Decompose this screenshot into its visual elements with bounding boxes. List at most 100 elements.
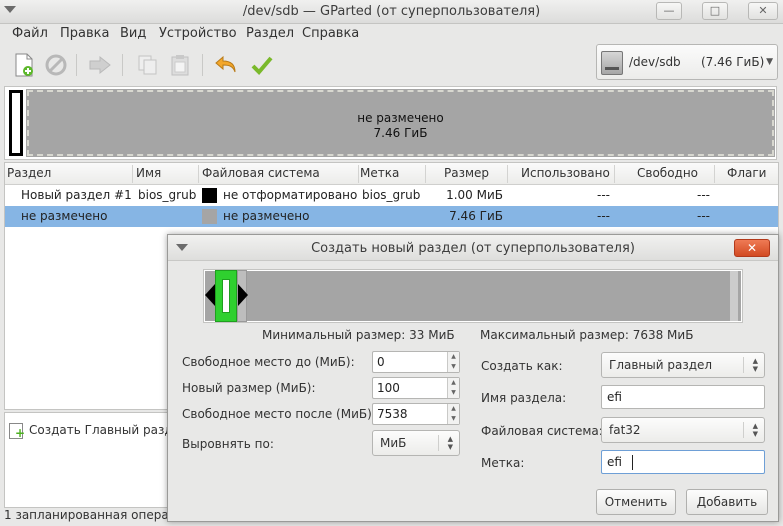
pending-operations-panel: Создать Главный разде xyxy=(4,412,180,508)
align-label: Выровнять по: xyxy=(182,437,274,451)
create-as-label: Создать как: xyxy=(481,359,563,373)
updown-chevron-icon: ▲ ▼ xyxy=(752,422,758,438)
close-button[interactable]: ✕ xyxy=(748,2,778,20)
combo-separator xyxy=(438,435,439,451)
window-titlebar[interactable]: /dev/sdb — GParted (от суперпользователя… xyxy=(0,0,783,24)
column-divider xyxy=(507,165,508,183)
new-partition-button[interactable] xyxy=(10,51,38,79)
paste-button[interactable] xyxy=(166,51,194,79)
label-input[interactable]: efi xyxy=(601,450,765,474)
align-combo[interactable]: МиБ ▲ ▼ xyxy=(372,430,460,456)
column-name[interactable]: Имя xyxy=(136,166,161,180)
prohibit-icon xyxy=(45,54,67,76)
arrow-right-icon xyxy=(89,55,111,75)
resizer-rail xyxy=(730,271,738,321)
filesystem-color-swatch xyxy=(202,209,217,224)
column-size[interactable]: Размер xyxy=(444,166,489,180)
filesystem-value: fat32 xyxy=(609,423,641,437)
toolbar-separator xyxy=(202,54,203,76)
column-partition[interactable]: Раздел xyxy=(7,166,51,180)
partition-used-area xyxy=(222,279,230,313)
column-divider xyxy=(614,165,615,183)
new-size-spin[interactable]: 100 ▲ ▼ xyxy=(372,377,460,399)
device-size: (7.46 ГиБ) xyxy=(701,55,765,69)
menu-view[interactable]: Вид xyxy=(120,26,146,41)
apply-button[interactable] xyxy=(248,51,276,79)
filesystem-combo[interactable]: fat32 ▲ ▼ xyxy=(601,417,765,443)
partition-block-bios-grub[interactable] xyxy=(9,90,23,156)
new-partition-block[interactable] xyxy=(215,270,237,322)
cell-partition: не размечено xyxy=(21,209,108,223)
create-partition-dialog: Создать новый раздел (от суперпользовате… xyxy=(167,234,779,522)
column-divider xyxy=(132,165,133,183)
cell-used: --- xyxy=(597,188,610,202)
dialog-close-button[interactable]: ✕ xyxy=(734,239,770,257)
create-as-combo[interactable]: Главный раздел ▲ ▼ xyxy=(601,352,765,378)
create-as-value: Главный раздел xyxy=(609,358,713,372)
minimize-button[interactable]: — xyxy=(656,2,682,20)
column-used[interactable]: Использовано xyxy=(521,166,610,180)
new-size-value: 100 xyxy=(377,381,400,395)
resize-move-button[interactable] xyxy=(86,51,114,79)
maximize-button[interactable]: □ xyxy=(702,2,728,20)
chevron-down-icon: ▼ xyxy=(766,57,773,67)
table-row-selected[interactable]: не размечено не размечено 7.46 ГиБ --- -… xyxy=(5,206,778,227)
cell-size: 7.46 ГиБ xyxy=(449,209,503,223)
add-button[interactable]: Добавить xyxy=(686,489,768,515)
partition-name-input[interactable]: efi xyxy=(601,385,765,409)
column-divider xyxy=(425,165,426,183)
unallocated-size: 7.46 ГиБ xyxy=(373,126,428,140)
align-value: МиБ xyxy=(380,436,407,450)
table-row[interactable]: Новый раздел #1 bios_grub не отформатиро… xyxy=(5,185,778,206)
resize-handle-right-icon[interactable] xyxy=(238,284,248,306)
resize-handle-left-icon[interactable] xyxy=(205,284,215,306)
cell-free: --- xyxy=(697,209,710,223)
free-after-value: 7538 xyxy=(377,407,408,421)
unallocated-block[interactable]: не размечено 7.46 ГиБ xyxy=(26,89,775,157)
menu-partition[interactable]: Раздел xyxy=(246,26,294,41)
free-before-spin[interactable]: 0 ▲ ▼ xyxy=(372,351,460,373)
column-filesystem[interactable]: Файловая система xyxy=(202,166,320,180)
spin-arrows-icon[interactable]: ▲ ▼ xyxy=(447,378,459,398)
device-name: /dev/sdb xyxy=(629,55,681,69)
cell-filesystem: не размечено xyxy=(223,209,310,223)
dialog-titlebar[interactable]: Создать новый раздел (от суперпользовате… xyxy=(168,235,778,261)
device-selector[interactable]: /dev/sdb (7.46 ГиБ) ▼ xyxy=(596,44,778,80)
max-size-label: Максимальный размер: 7638 МиБ xyxy=(480,328,694,342)
menu-edit[interactable]: Правка xyxy=(60,26,109,41)
menu-file[interactable]: Файл xyxy=(12,26,48,41)
paste-icon xyxy=(171,55,189,76)
hard-disk-icon xyxy=(601,51,623,75)
partition-resizer[interactable] xyxy=(203,269,743,323)
cancel-button[interactable]: Отменить xyxy=(596,489,676,515)
column-flags[interactable]: Флаги xyxy=(727,166,766,180)
menubar: Файл Правка Вид Устройство Раздел Справк… xyxy=(0,24,783,44)
delete-partition-button[interactable] xyxy=(42,51,70,79)
text-caret xyxy=(632,455,633,470)
free-after-label: Свободное место после (МиБ): xyxy=(182,407,376,421)
column-divider xyxy=(714,165,715,183)
menu-device[interactable]: Устройство xyxy=(159,26,237,41)
new-file-icon xyxy=(15,53,33,77)
filesystem-color-swatch xyxy=(202,188,217,203)
new-size-label: Новый размер (МиБ): xyxy=(182,381,316,395)
cell-name: bios_grub xyxy=(138,188,197,202)
column-free[interactable]: Свободно xyxy=(637,166,698,180)
cell-free: --- xyxy=(697,188,710,202)
partition-name-value: efi xyxy=(607,390,622,404)
partition-name-label: Имя раздела: xyxy=(481,391,567,405)
free-after-spin[interactable]: 7538 ▲ ▼ xyxy=(372,403,460,425)
spin-arrows-icon[interactable]: ▲ ▼ xyxy=(447,352,459,372)
copy-icon xyxy=(138,55,157,75)
undo-icon xyxy=(215,55,236,73)
spin-arrows-icon[interactable]: ▲ ▼ xyxy=(447,404,459,424)
label-value: efi xyxy=(607,455,622,469)
pending-operation-item[interactable]: Создать Главный разде xyxy=(29,423,180,437)
free-before-value: 0 xyxy=(377,355,385,369)
copy-button[interactable] xyxy=(134,51,162,79)
column-label[interactable]: Метка xyxy=(360,166,399,180)
undo-button[interactable] xyxy=(212,51,240,79)
updown-chevron-icon: ▲ ▼ xyxy=(447,435,453,451)
cell-label: bios_grub xyxy=(362,188,421,202)
menu-help[interactable]: Справка xyxy=(302,26,359,41)
